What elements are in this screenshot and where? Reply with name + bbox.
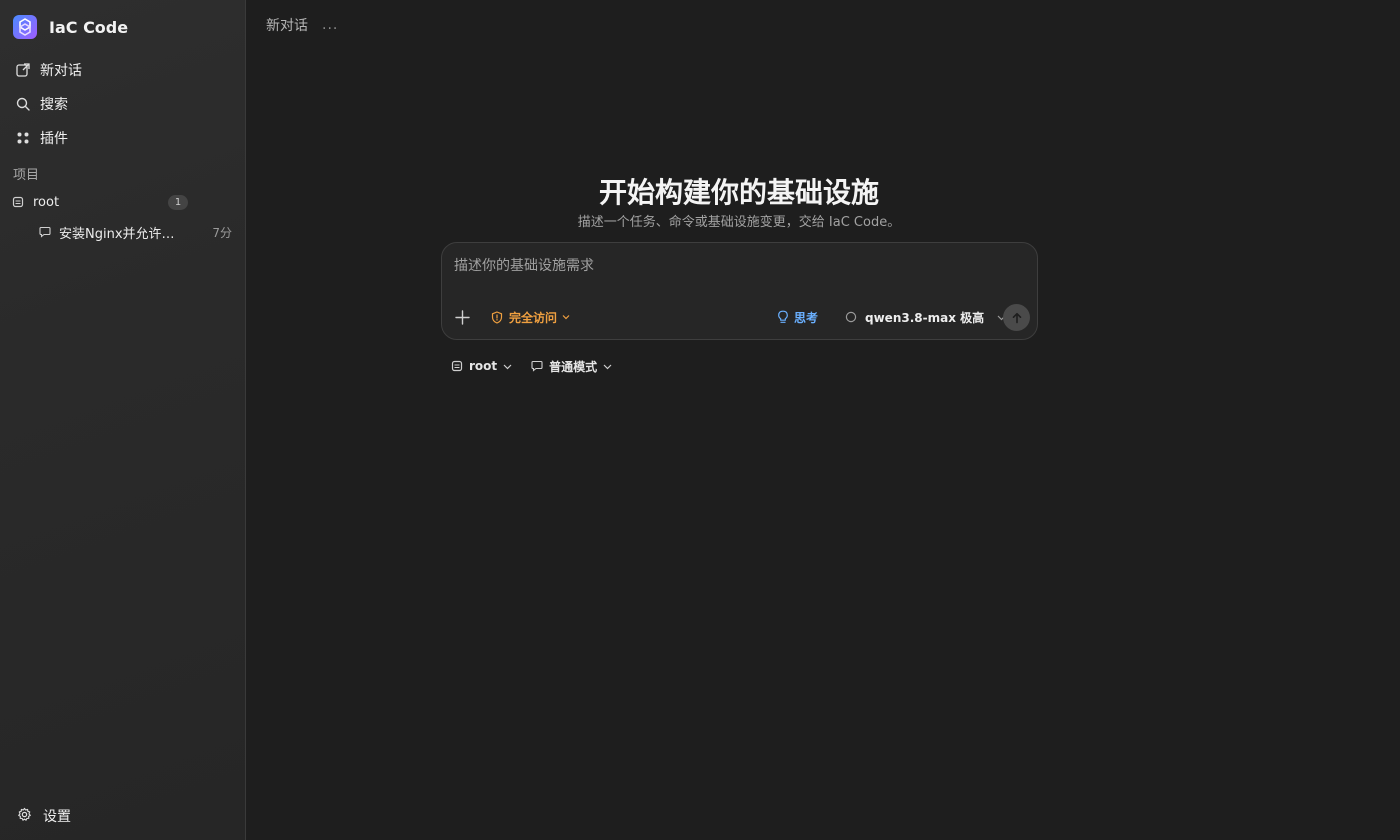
sidebar-item-plugins[interactable]: 插件 xyxy=(6,124,240,152)
plus-icon xyxy=(454,309,470,325)
app-window: IaC Code 新对话 搜索 插件 项目 root 1 安装Nginx并允许公… xyxy=(0,0,1400,840)
project-icon xyxy=(451,360,463,372)
gear-icon xyxy=(17,807,32,826)
sidebar: IaC Code 新对话 搜索 插件 项目 root 1 安装Nginx并允许公… xyxy=(0,0,246,840)
plugin-icon xyxy=(15,131,30,146)
page-subtitle: 描述一个任务、命令或基础设施变更，交给 IaC Code。 xyxy=(577,215,901,230)
chat-bubble-icon xyxy=(531,360,543,372)
sidebar-item-label: 搜索 xyxy=(40,97,68,113)
chevron-down-icon xyxy=(562,315,570,320)
think-label: 思考 xyxy=(794,310,819,325)
chevron-down-icon xyxy=(503,364,512,369)
arrow-up-icon xyxy=(1012,312,1021,323)
project-selector-label: root xyxy=(469,359,498,373)
sidebar-item-label: 插件 xyxy=(40,131,68,147)
app-logo-icon xyxy=(13,15,37,39)
project-selector[interactable]: root xyxy=(451,359,513,373)
projects-section-title: 项目 xyxy=(13,168,40,183)
conversation-title: 安装Nginx并允许公网访问 xyxy=(59,226,187,242)
project-name: root xyxy=(33,194,60,210)
project-count-badge: 1 xyxy=(168,195,188,210)
project-item-root[interactable]: root 1 xyxy=(6,189,240,215)
project-icon xyxy=(12,193,24,212)
app-name: IaC Code xyxy=(49,17,129,37)
shield-icon xyxy=(491,310,503,324)
search-icon xyxy=(15,97,30,112)
mode-selector-label: 普通模式 xyxy=(549,359,598,374)
lightbulb-icon xyxy=(778,310,788,323)
brand[interactable]: IaC Code xyxy=(12,13,128,41)
sidebar-item-search[interactable]: 搜索 xyxy=(6,90,240,118)
settings-button[interactable]: 设置 xyxy=(6,802,240,830)
more-options-button[interactable]: ... xyxy=(322,17,338,33)
chat-bubble-icon xyxy=(39,223,51,242)
conversation-time: 7分 xyxy=(212,225,232,240)
prompt-composer: 完全访问 思考 qwen3.8-max 极高 xyxy=(441,242,1038,340)
conversation-item[interactable]: 安装Nginx并允许公网访问 7分 xyxy=(6,219,240,245)
send-button[interactable] xyxy=(1003,304,1030,331)
composer-options-row: root 普通模式 xyxy=(451,356,631,376)
chevron-down-icon xyxy=(603,364,612,369)
mode-selector[interactable]: 普通模式 xyxy=(531,358,613,375)
access-level-label: 完全访问 xyxy=(509,310,558,325)
attach-button[interactable] xyxy=(452,307,472,327)
model-selector[interactable]: qwen3.8-max 极高 xyxy=(845,307,1007,327)
prompt-input[interactable] xyxy=(454,255,1024,277)
sidebar-item-new-chat[interactable]: 新对话 xyxy=(6,56,240,84)
think-toggle[interactable]: 思考 xyxy=(777,307,818,327)
model-label: qwen3.8-max 极高 xyxy=(865,310,985,325)
model-status-icon xyxy=(845,311,857,323)
page-title: 开始构建你的基础设施 xyxy=(598,176,879,209)
settings-label: 设置 xyxy=(43,809,71,825)
access-level-dropdown[interactable]: 完全访问 xyxy=(491,307,571,327)
new-chat-icon xyxy=(15,63,30,78)
sidebar-item-label: 新对话 xyxy=(40,63,82,79)
topbar: 新对话 ... xyxy=(266,14,338,36)
conversation-header-title: 新对话 xyxy=(266,18,308,34)
